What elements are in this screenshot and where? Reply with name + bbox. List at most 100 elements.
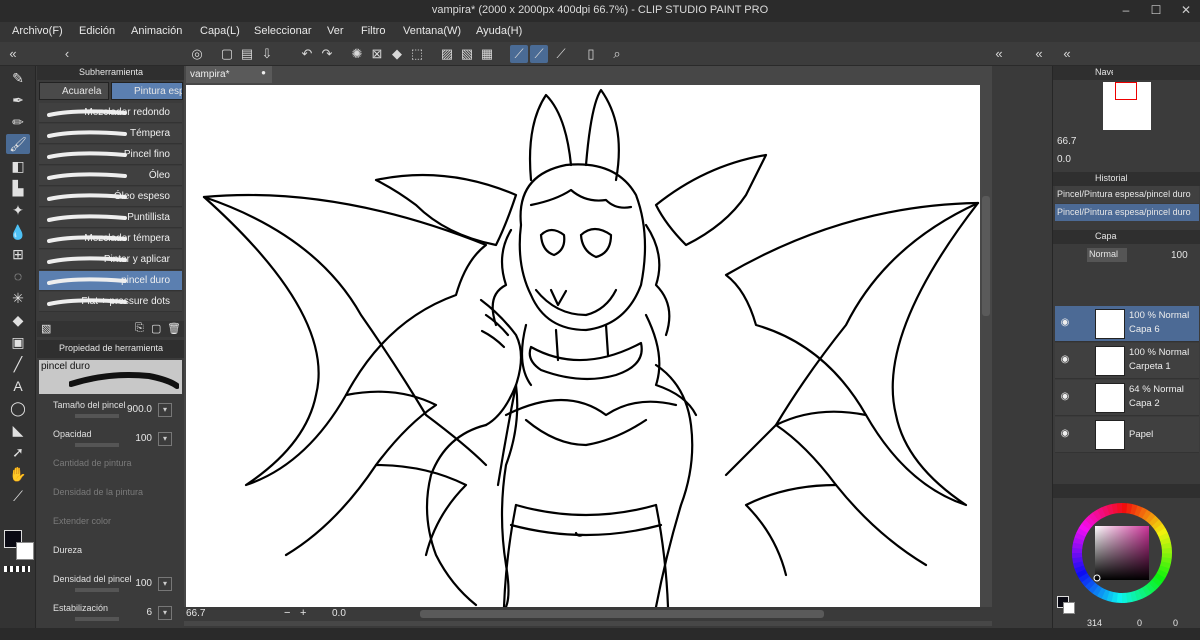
tab-acuarela[interactable]: Acuarela: [39, 82, 109, 100]
line-tool-icon[interactable]: ╱: [6, 354, 30, 374]
property-value[interactable]: 900.0: [127, 404, 152, 415]
redo-icon[interactable]: ↷: [318, 45, 336, 63]
new-subtool-icon[interactable]: ▢: [151, 322, 161, 335]
brush-item[interactable]: Óleo espeso: [39, 187, 182, 207]
clear-icon[interactable]: ⊠: [368, 45, 386, 63]
brush-item[interactable]: Mezclador témpera: [39, 229, 182, 249]
brush-item[interactable]: Óleo: [39, 166, 182, 186]
menu-capa[interactable]: Capa(L): [200, 25, 240, 37]
snap-special-ruler-icon[interactable]: ⟋: [530, 45, 548, 63]
pen-tool-icon[interactable]: ✎: [6, 68, 30, 88]
companion-icon[interactable]: ⌕: [608, 45, 626, 63]
snap-ruler-icon[interactable]: ⟋: [510, 45, 528, 63]
vertical-scrollbar[interactable]: [982, 196, 990, 316]
brush-item[interactable]: Pintar y aplicar: [39, 250, 182, 270]
property-option-icon[interactable]: ▾: [158, 606, 172, 620]
layer-row[interactable]: ◉ 100 % Normal Carpeta 1: [1055, 343, 1199, 379]
menu-seleccionar[interactable]: Seleccionar: [254, 25, 311, 37]
text-tool-icon[interactable]: A: [6, 376, 30, 396]
property-option-icon[interactable]: ▾: [158, 403, 172, 417]
horizontal-scrollbar[interactable]: [420, 610, 824, 618]
pencil-tool-icon[interactable]: ✏: [6, 112, 30, 132]
collapse-left-icon[interactable]: «: [4, 45, 22, 63]
delete-subtool-icon[interactable]: 🗑: [167, 322, 181, 335]
sub-color-small[interactable]: [1063, 602, 1075, 614]
operation-tool-icon[interactable]: ➚: [6, 442, 30, 462]
eye-icon[interactable]: ◉: [1059, 354, 1071, 366]
maximize-button[interactable]: ☐: [1148, 2, 1164, 18]
menu-animacion[interactable]: Animación: [131, 25, 182, 37]
history-item-current[interactable]: Pincel/Pintura espesa/pincel duro: [1055, 204, 1199, 221]
hand-tool-icon[interactable]: ✋: [6, 464, 30, 484]
document-tab[interactable]: vampira* ●: [186, 66, 272, 83]
zoom-in-icon[interactable]: +: [300, 607, 306, 619]
property-row[interactable]: Densidad del pincel 100 ▾: [39, 572, 182, 598]
brush-item[interactable]: pincel duro: [39, 271, 182, 291]
collapse-right-icon-2[interactable]: «: [1030, 45, 1048, 63]
eye-icon[interactable]: ◉: [1059, 428, 1071, 440]
canvas-rotation-value[interactable]: 0.0: [332, 608, 346, 619]
zoom-out-icon[interactable]: −: [284, 607, 290, 619]
grid-tool-icon[interactable]: ⊞: [6, 244, 30, 264]
snap-grid-icon[interactable]: ⟋: [552, 45, 570, 63]
new-file-icon[interactable]: ▢: [218, 45, 236, 63]
open-file-icon[interactable]: ▤: [238, 45, 256, 63]
collapse-right-icon[interactable]: «: [990, 45, 1008, 63]
property-row[interactable]: Estabilización 6 ▾: [39, 601, 182, 627]
menu-archivo[interactable]: Archivo(F): [12, 25, 63, 37]
loading-icon[interactable]: ✺: [348, 45, 366, 63]
property-row[interactable]: Tamaño del pincel 900.0 ▾: [39, 398, 182, 424]
menu-ayuda[interactable]: Ayuda(H): [476, 25, 522, 37]
eye-icon[interactable]: ◉: [1059, 317, 1071, 329]
airbrush-tool-icon[interactable]: ▙: [6, 178, 30, 198]
layer-row[interactable]: ◉ 100 % Normal Capa 6: [1055, 306, 1199, 342]
property-slider[interactable]: [75, 443, 119, 447]
property-value[interactable]: 6: [146, 607, 152, 618]
minimize-button[interactable]: –: [1118, 2, 1134, 18]
save-icon[interactable]: ⇩: [258, 45, 276, 63]
navigator-zoom[interactable]: 66.7: [1057, 136, 1076, 147]
layer-opacity-value[interactable]: 100: [1171, 250, 1188, 261]
hide-selection-icon[interactable]: ▨: [438, 45, 456, 63]
property-slider[interactable]: [75, 414, 119, 418]
layer-row[interactable]: ◉ 64 % Normal Capa 2: [1055, 380, 1199, 416]
property-slider[interactable]: [75, 617, 119, 621]
layer-row[interactable]: ◉ Papel: [1055, 417, 1199, 453]
smartphone-icon[interactable]: ▯: [582, 45, 600, 63]
brush-item[interactable]: Mezclador redondo: [39, 103, 182, 123]
property-value[interactable]: 100: [135, 433, 152, 444]
blend-mode-select[interactable]: Normal: [1087, 248, 1127, 262]
undo-icon[interactable]: ↶: [298, 45, 316, 63]
brush-item[interactable]: Puntillista: [39, 208, 182, 228]
brush-item[interactable]: Témpera: [39, 124, 182, 144]
history-item[interactable]: Pincel/Pintura espesa/pincel duro: [1055, 186, 1199, 203]
auto-select-tool-icon[interactable]: ✳: [6, 288, 30, 308]
menu-filtro[interactable]: Filtro: [361, 25, 385, 37]
lasso-tool-icon[interactable]: ◌: [6, 266, 30, 286]
select-all-icon[interactable]: ▧: [458, 45, 476, 63]
copy-subtool-icon[interactable]: ⎘: [135, 322, 144, 335]
gradient-tool-icon[interactable]: ▣: [6, 332, 30, 352]
ink-tool-icon[interactable]: ✒: [6, 90, 30, 110]
menu-ver[interactable]: Ver: [327, 25, 344, 37]
color-wheel[interactable]: [1067, 498, 1177, 608]
brush-item[interactable]: Pincel fino: [39, 145, 182, 165]
frame-tool-icon[interactable]: ◣: [6, 420, 30, 440]
brush-item[interactable]: Flat + pressure dots: [39, 292, 182, 312]
property-row[interactable]: Dureza: [39, 543, 182, 569]
subtool-settings-icon[interactable]: ▧: [41, 322, 51, 335]
navigator-angle[interactable]: 0.0: [1057, 154, 1071, 165]
eye-icon[interactable]: ◉: [1059, 391, 1071, 403]
collapse-left-icon-2[interactable]: ‹: [58, 45, 76, 63]
blend-tool-icon[interactable]: 💧: [6, 222, 30, 242]
deselect-icon[interactable]: ▦: [478, 45, 496, 63]
fill-tool-icon[interactable]: ◆: [6, 310, 30, 330]
menu-ventana[interactable]: Ventana(W): [403, 25, 461, 37]
canvas-zoom-value[interactable]: 66.7: [186, 608, 205, 619]
balloon-tool-icon[interactable]: ◯: [6, 398, 30, 418]
tab-close-icon[interactable]: ●: [261, 68, 266, 77]
sub-color-swatch[interactable]: [16, 542, 34, 560]
property-value[interactable]: 100: [135, 578, 152, 589]
eraser-tool-icon[interactable]: ◧: [6, 156, 30, 176]
tab-pintura-espesa[interactable]: Pintura esp: [111, 82, 183, 100]
